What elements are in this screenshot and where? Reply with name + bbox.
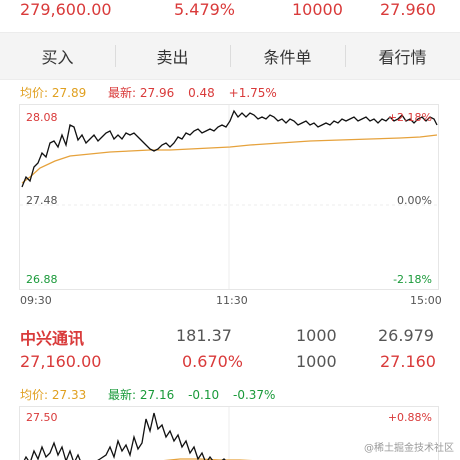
condition-order-button[interactable]: 条件单 — [230, 33, 345, 79]
chart1-time-end: 15:00 — [410, 294, 442, 307]
chart2-change: -0.10 — [188, 388, 220, 402]
chart1-pct-bottom: -2.18% — [393, 273, 432, 286]
chart1-y-bottom: 26.88 — [26, 273, 58, 286]
sell-button[interactable]: 卖出 — [115, 33, 230, 79]
chart1-change: 0.48 — [188, 86, 215, 100]
chart2-pct-top: +0.88% — [387, 411, 432, 424]
top-quote-row: 279,600.00 5.479% 10000 27.960 — [0, 0, 460, 24]
buy-button[interactable]: 买入 — [0, 33, 115, 79]
stock-price2: 27.160 — [380, 352, 436, 371]
chart1-svg — [20, 105, 438, 289]
chart1-frame[interactable]: 28.08 27.48 26.88 +2.18% 0.00% -2.18% — [19, 104, 439, 290]
chart1-latest: 最新: 27.96 — [108, 86, 175, 100]
stock-amount: 27,160.00 — [20, 352, 102, 371]
top-amount: 279,600.00 — [20, 0, 112, 19]
stock-name[interactable]: 中兴通讯 — [20, 325, 84, 349]
view-market-button[interactable]: 看行情 — [345, 33, 460, 79]
stock-qty: 1000 — [296, 326, 337, 345]
chart2-latest: 最新: 27.16 — [108, 388, 175, 402]
chart2-avg: 均价: 27.33 — [20, 388, 87, 402]
chart1-pct-mid: 0.00% — [397, 194, 432, 207]
chart1-pct-top: +2.18% — [387, 111, 432, 124]
stock-price: 181.37 — [176, 326, 232, 345]
watermark: @稀土掘金技术社区 — [364, 443, 454, 454]
chart2-y-top: 27.50 — [26, 411, 58, 424]
stock-qty2: 1000 — [296, 352, 337, 371]
top-volume: 10000 — [292, 0, 343, 19]
stock-cost: 26.979 — [378, 326, 434, 345]
chart1-time-start: 09:30 — [20, 294, 52, 307]
chart1-change-pct: +1.75% — [228, 86, 277, 100]
top-percent: 5.479% — [174, 0, 236, 19]
stock-percent: 0.670% — [182, 352, 244, 371]
chart1-y-top: 28.08 — [26, 111, 58, 124]
chart1-info: 均价: 27.89 最新: 27.96 0.48 +1.75% — [20, 84, 287, 101]
chart2-change-pct: -0.37% — [232, 388, 276, 402]
action-bar: 买入 卖出 条件单 看行情 — [0, 32, 460, 80]
chart1-y-mid: 27.48 — [26, 194, 58, 207]
top-price: 27.960 — [380, 0, 436, 19]
chart1-time-mid: 11:30 — [216, 294, 248, 307]
chart2-info: 均价: 27.33 最新: 27.16 -0.10 -0.37% — [20, 386, 285, 403]
chart1-avg: 均价: 27.89 — [20, 86, 87, 100]
